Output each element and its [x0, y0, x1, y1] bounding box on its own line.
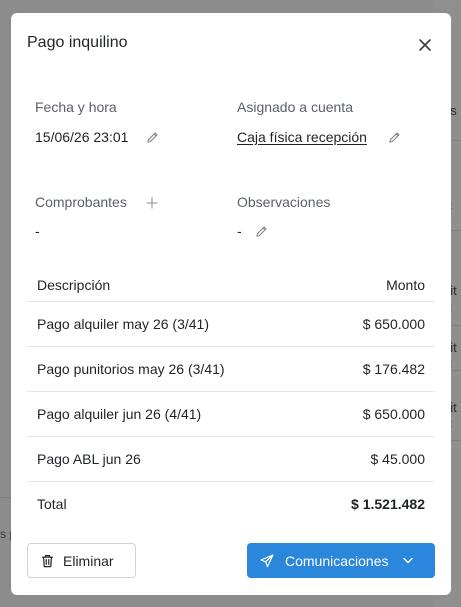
close-icon[interactable] [415, 35, 435, 55]
chevron-down-icon [402, 557, 413, 564]
notes-value: - [237, 223, 242, 239]
date-label: Fecha y hora [35, 99, 117, 115]
notes-label: Observaciones [237, 194, 331, 210]
account-label: Asignado a cuenta [237, 99, 353, 115]
total-row: Total $ 1.521.482 [27, 481, 435, 526]
table-row: Pago punitorios may 26 (3/41) $ 176.482 [27, 346, 435, 392]
edit-account-pencil-icon[interactable] [388, 131, 401, 144]
payment-items-table: Descripción Monto Pago alquiler may 26 (… [27, 269, 435, 526]
row-amount: $ 45.000 [307, 436, 435, 482]
payment-dialog: Pago inquilino Fecha y hora 15/06/26 23:… [11, 13, 451, 595]
receipts-label: Comprobantes [35, 194, 127, 210]
row-description: Pago punitorios may 26 (3/41) [27, 346, 308, 392]
account-link[interactable]: Caja física recepción [237, 129, 367, 145]
row-amount: $ 176.482 [307, 346, 435, 392]
total-label: Total [27, 481, 308, 526]
column-header-description: Descripción [27, 269, 308, 302]
date-value: 15/06/26 23:01 [35, 129, 129, 145]
table-row: Pago alquiler may 26 (3/41) $ 650.000 [27, 301, 435, 347]
table-header-row: Descripción Monto [27, 269, 435, 302]
row-description: Pago ABL jun 26 [27, 436, 308, 482]
table-row: Pago alquiler jun 26 (4/41) $ 650.000 [27, 391, 435, 437]
total-amount: $ 1.521.482 [307, 481, 435, 526]
row-amount: $ 650.000 [307, 391, 435, 437]
edit-notes-pencil-icon[interactable] [255, 225, 268, 238]
trash-icon [41, 554, 54, 567]
column-header-amount: Monto [307, 269, 435, 302]
row-description: Pago alquiler may 26 (3/41) [27, 301, 308, 347]
edit-date-pencil-icon[interactable] [146, 131, 159, 144]
add-receipt-plus-icon[interactable] [146, 197, 158, 209]
communications-button-label: Comunicaciones [285, 552, 389, 569]
communications-button[interactable]: Comunicaciones [247, 543, 435, 578]
table-row: Pago ABL jun 26 $ 45.000 [27, 436, 435, 482]
delete-button[interactable]: Eliminar [27, 543, 136, 578]
delete-button-label: Eliminar [63, 552, 114, 569]
send-icon [260, 553, 274, 567]
dialog-title: Pago inquilino [27, 34, 128, 51]
receipts-value: - [35, 223, 40, 239]
row-amount: $ 650.000 [307, 301, 435, 347]
row-description: Pago alquiler jun 26 (4/41) [27, 391, 308, 437]
